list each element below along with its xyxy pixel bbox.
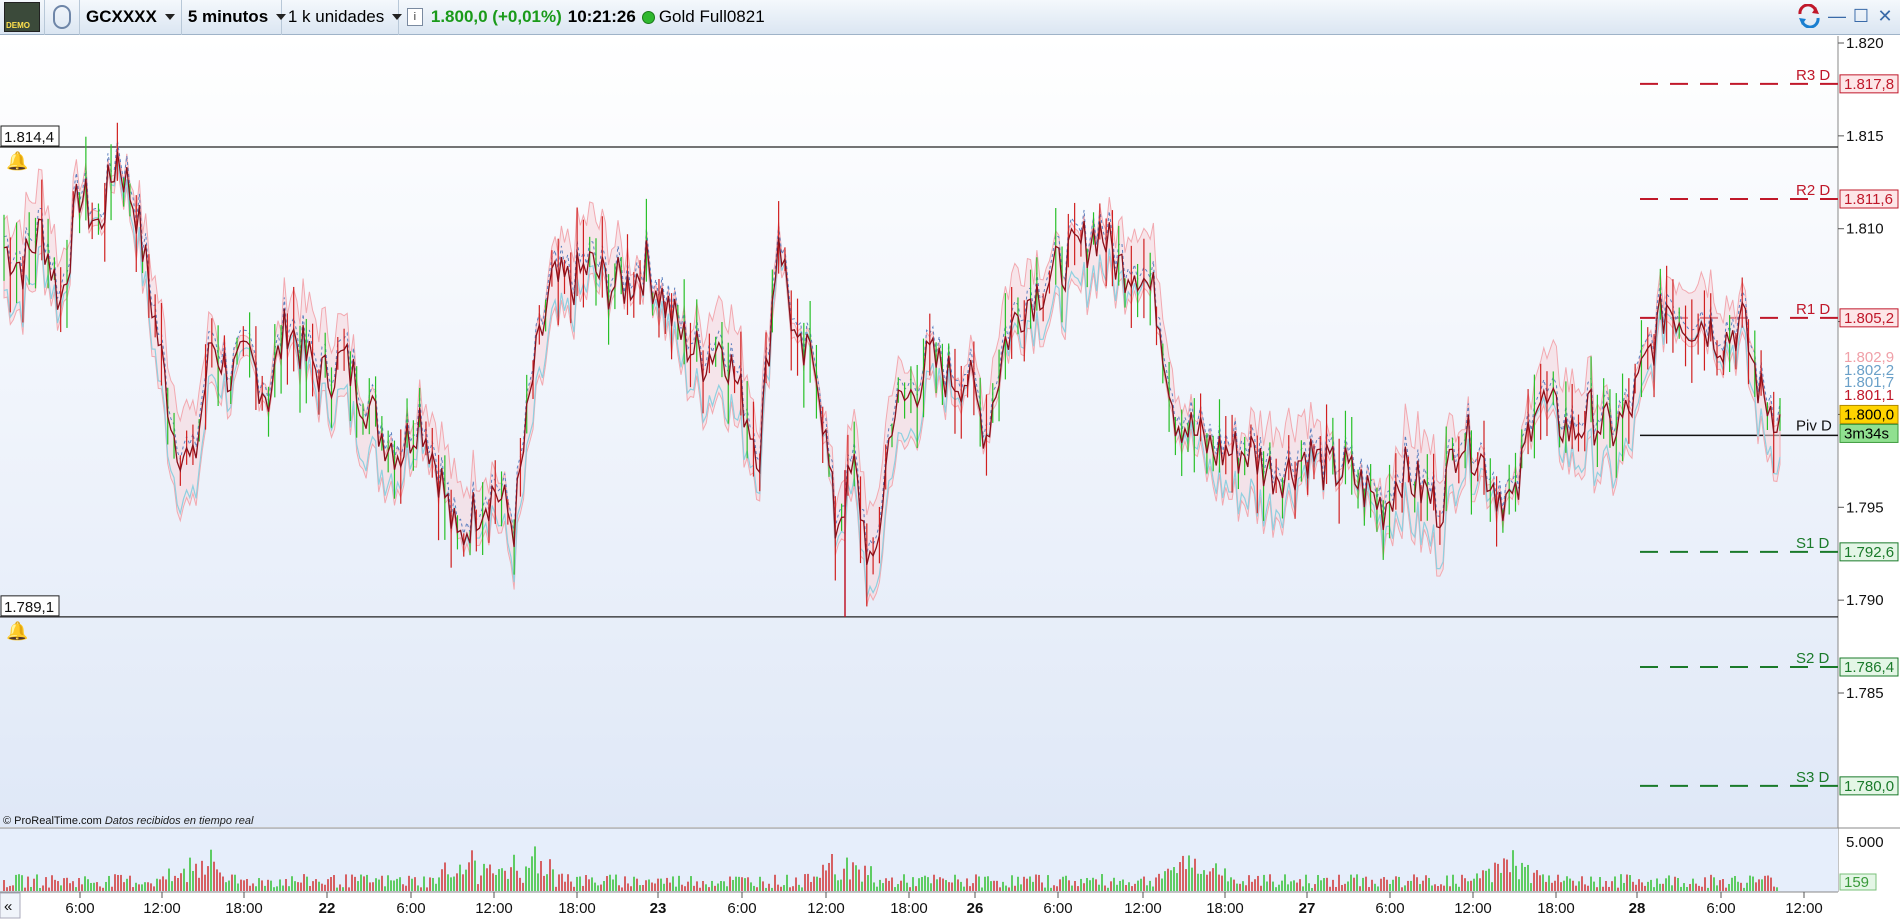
x-tick-label: 28	[1629, 900, 1646, 917]
demo-label: DEMO	[6, 21, 30, 30]
level-value-label: 1.780,0	[1844, 778, 1894, 795]
units-label: 1 k unidades	[287, 7, 385, 26]
x-tick-label: 6:00	[727, 900, 756, 917]
level-label: R3 D	[1796, 67, 1830, 84]
y-tick-label: 1.815	[1846, 128, 1884, 145]
double-chevron-left-icon[interactable]: «	[4, 898, 12, 915]
units-select[interactable]: 1 k unidades	[282, 0, 403, 35]
level-label: S2 D	[1796, 650, 1830, 667]
x-tick-label: 12:00	[807, 900, 845, 917]
x-tick-label: 6:00	[65, 900, 94, 917]
chain-link-icon[interactable]	[53, 5, 71, 29]
scroll-left-button[interactable]: «	[0, 892, 21, 919]
x-tick-label: 6:00	[1375, 900, 1404, 917]
level-label: R1 D	[1796, 301, 1830, 318]
timeframe-select[interactable]: 5 minutos	[182, 0, 287, 35]
last-price: 1.800,0 (+0,01%)	[430, 7, 562, 26]
x-tick-label: 6:00	[1043, 900, 1072, 917]
level-label: S3 D	[1796, 769, 1830, 786]
link-segment[interactable]	[45, 0, 80, 35]
bell-alert-icon[interactable]: 🔔	[6, 621, 28, 641]
low-marker-label: 1.789,1	[4, 599, 54, 616]
y-tick-label: 1.820	[1846, 36, 1884, 52]
high-marker-label: 1.814,4	[4, 129, 54, 146]
x-tick-label: 12:00	[1454, 900, 1492, 917]
realtime-status-icon	[641, 10, 655, 24]
data-credit: © ProRealTime.com Datos recibidos en tie…	[3, 815, 253, 827]
instrument-select[interactable]: GCXXXX	[80, 0, 182, 35]
price-chart[interactable]: 1.8201.8151.8101.8051.8001.7951.7901.785…	[0, 36, 1900, 919]
y-tick-label: 1.810	[1846, 221, 1884, 238]
y-tick-label: 1.795	[1846, 499, 1884, 516]
window-controls: — ☐ ✕	[1796, 4, 1894, 28]
x-tick-label: 12:00	[1785, 900, 1823, 917]
level-label: S1 D	[1796, 535, 1830, 552]
chart-toolbar: DEMO GCXXXX 5 minutos 1 k unidades i 1.8…	[0, 0, 1900, 35]
volume-last-label: 159	[1844, 874, 1869, 891]
instrument-label: GCXXXX	[86, 7, 157, 26]
level-value-label: 1.817,8	[1844, 76, 1894, 93]
level-value-label: 1.786,4	[1844, 659, 1894, 676]
minimize-icon[interactable]: —	[1828, 7, 1846, 25]
x-tick-label: 12:00	[1124, 900, 1162, 917]
x-tick-label: 12:00	[143, 900, 181, 917]
x-tick-label: 18:00	[890, 900, 928, 917]
x-tick-label: 18:00	[1206, 900, 1244, 917]
x-axis-panel	[0, 892, 1900, 919]
info-icon[interactable]: i	[406, 8, 423, 26]
level-value-label: 1.805,2	[1844, 310, 1894, 327]
indicator-value-label: 1.801,1	[1844, 387, 1894, 404]
level-value-label: 1.811,6	[1844, 191, 1893, 208]
indicator-labels: 1.802,91.802,21.801,71.801,1	[1844, 349, 1894, 404]
close-icon[interactable]: ✕	[1876, 7, 1894, 25]
x-tick-label: 27	[1299, 900, 1316, 917]
timeframe-label: 5 minutos	[187, 7, 269, 26]
level-value-label: 1.792,6	[1844, 544, 1894, 561]
pivot-label: Piv D	[1796, 417, 1832, 434]
chevron-down-icon	[164, 14, 175, 20]
x-tick-label: 26	[967, 900, 984, 917]
demo-logo: DEMO	[4, 2, 40, 32]
x-tick-label: 18:00	[225, 900, 263, 917]
clock-time: 10:21:26	[567, 7, 636, 26]
level-label: R2 D	[1796, 182, 1830, 199]
x-tick-label: 23	[650, 900, 667, 917]
refresh-arrows-icon[interactable]	[1796, 4, 1822, 28]
x-tick-label: 22	[319, 900, 336, 917]
current-price-label: 1.800,0	[1844, 406, 1894, 423]
y-tick-label: 1.790	[1846, 592, 1884, 609]
x-tick-label: 18:00	[1537, 900, 1575, 917]
maximize-icon[interactable]: ☐	[1852, 7, 1870, 25]
demo-segment: DEMO	[0, 0, 45, 35]
countdown-label: 3m34s	[1844, 425, 1889, 442]
quote-info: i 1.800,0 (+0,01%) 10:21:26 Gold Full082…	[399, 0, 771, 35]
credit-site: © ProRealTime.com	[3, 815, 102, 827]
x-tick-label: 12:00	[475, 900, 513, 917]
volume-tick-label: 5.000	[1846, 834, 1884, 851]
bell-alert-icon[interactable]: 🔔	[6, 151, 28, 171]
contract-name: Gold Full0821	[658, 7, 765, 26]
credit-note: Datos recibidos en tiempo real	[104, 815, 254, 827]
x-tick-label: 6:00	[1706, 900, 1735, 917]
x-tick-label: 6:00	[396, 900, 425, 917]
y-tick-label: 1.785	[1846, 685, 1884, 702]
x-tick-label: 18:00	[558, 900, 596, 917]
